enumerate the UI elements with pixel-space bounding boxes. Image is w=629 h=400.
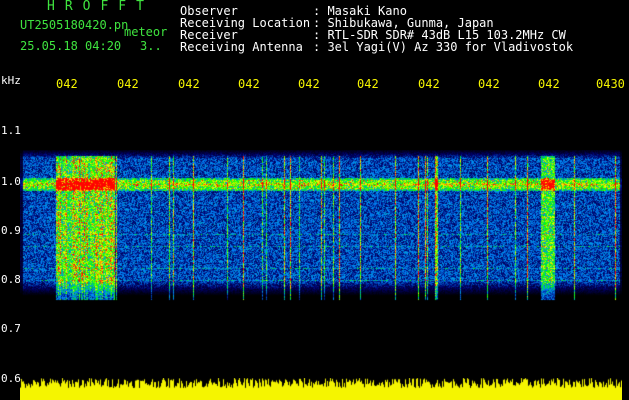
x-tick: 042 [298, 77, 320, 91]
x-tick: 042 [117, 77, 139, 91]
y-tick: 0.9 [1, 224, 21, 237]
meteor-label: meteor [124, 25, 168, 39]
info-label: Receiving Antenna [180, 40, 303, 54]
x-tick: 042 [178, 77, 200, 91]
y-tick: 0.8 [1, 273, 21, 286]
x-tick: 042 [478, 77, 500, 91]
x-tick: 042 [357, 77, 379, 91]
y-tick: 1.1 [1, 124, 21, 137]
spectrogram-canvas [20, 150, 622, 350]
file-name: UT2505180420.pn [20, 18, 129, 32]
power-level-canvas [20, 378, 622, 400]
x-tick: 042 [538, 77, 560, 91]
x-tick: 042 [418, 77, 440, 91]
y-tick: 0.7 [1, 322, 21, 335]
meteor-count: 3.. [140, 39, 162, 53]
x-tick: 042 [56, 77, 78, 91]
date-time: 25.05.18 04:20 [20, 39, 122, 53]
y-tick: 0.6 [1, 372, 21, 385]
info-value: : 3el Yagi(V) Az 330 for Vladivostok [313, 40, 574, 54]
y-tick: 1.0 [1, 175, 21, 188]
info-antenna: Receiving Antenna : 3el Yagi(V) Az 330 fo… [180, 41, 573, 53]
x-tick: 0430 [596, 77, 625, 91]
app-title: HROFFT [47, 0, 154, 14]
x-tick: 042 [238, 77, 260, 91]
y-axis-unit: kHz [1, 74, 21, 87]
